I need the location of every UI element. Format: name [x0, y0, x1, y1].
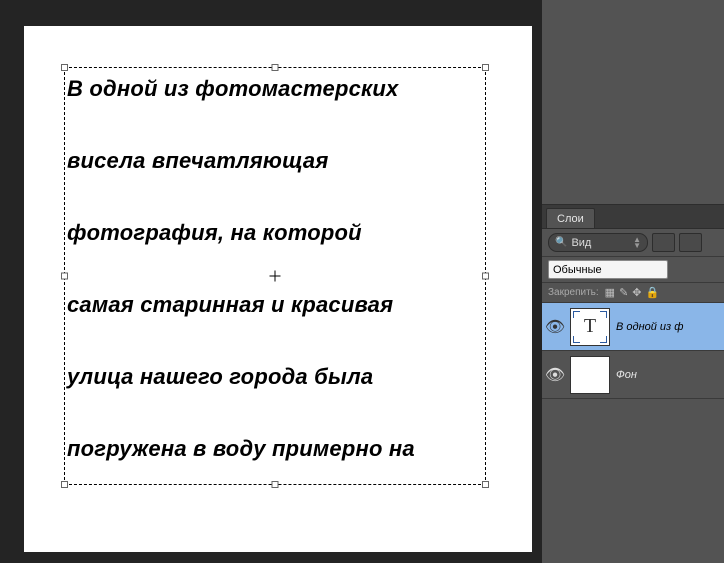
layer-row[interactable]: 👁 T В одной из ф	[542, 303, 724, 351]
layer-thumbnail[interactable]	[570, 356, 610, 394]
layer-name[interactable]: В одной из ф	[616, 321, 683, 333]
blend-mode-value: Обычные	[553, 264, 602, 276]
layer-thumbnail[interactable]: T	[570, 308, 610, 346]
chevron-updown-icon: ▲▼	[633, 237, 641, 249]
layer-filter-label: Вид	[571, 237, 591, 249]
eye-icon: 👁	[545, 317, 565, 337]
transform-handle-top-left[interactable]	[61, 64, 68, 71]
transform-handle-middle-left[interactable]	[61, 273, 68, 280]
transform-center-point[interactable]	[270, 271, 281, 282]
panel-tabs: Слои	[542, 205, 724, 229]
layer-filter-select[interactable]: 🔍 Вид ▲▼	[548, 233, 648, 252]
layer-row[interactable]: 👁 Фон	[542, 351, 724, 399]
transform-handle-bottom-left[interactable]	[61, 481, 68, 488]
canvas[interactable]: В одной из фотомастерских висела впечатл…	[24, 26, 532, 552]
blend-mode-row: Обычные	[542, 257, 724, 283]
tab-layers[interactable]: Слои	[546, 208, 595, 228]
visibility-toggle[interactable]: 👁	[546, 318, 564, 336]
lock-move-icon[interactable]: ✥	[632, 286, 641, 299]
blend-mode-select[interactable]: Обычные	[548, 260, 668, 279]
search-icon: 🔍	[555, 237, 567, 248]
layer-name[interactable]: Фон	[616, 369, 637, 381]
transform-handle-top-right[interactable]	[482, 64, 489, 71]
transform-bounding-box[interactable]	[64, 67, 486, 485]
filter-type-pixel-button[interactable]	[652, 233, 675, 252]
right-panel-area: Слои 🔍 Вид ▲▼ Обычные Закрепить: ▦ ✎ ✥ 🔒	[542, 0, 724, 563]
transform-handle-top-middle[interactable]	[272, 64, 279, 71]
transform-handle-middle-right[interactable]	[482, 273, 489, 280]
lock-label: Закрепить:	[548, 287, 599, 298]
lock-brush-icon[interactable]: ✎	[619, 286, 628, 299]
text-layer-icon: T	[584, 315, 596, 338]
visibility-toggle[interactable]: 👁	[546, 366, 564, 384]
filter-type-adjustment-button[interactable]	[679, 233, 702, 252]
lock-all-icon[interactable]: 🔒	[646, 286, 660, 299]
eye-icon: 👁	[545, 365, 565, 385]
layers-panel: Слои 🔍 Вид ▲▼ Обычные Закрепить: ▦ ✎ ✥ 🔒	[542, 204, 724, 399]
lock-transparency-icon[interactable]: ▦	[605, 286, 615, 299]
transform-handle-bottom-right[interactable]	[482, 481, 489, 488]
lock-row: Закрепить: ▦ ✎ ✥ 🔒	[542, 283, 724, 303]
transform-handle-bottom-middle[interactable]	[272, 481, 279, 488]
workspace: В одной из фотомастерских висела впечатл…	[0, 0, 542, 563]
layer-filter-row: 🔍 Вид ▲▼	[542, 229, 724, 257]
layers-list: 👁 T В одной из ф 👁 Фон	[542, 303, 724, 399]
